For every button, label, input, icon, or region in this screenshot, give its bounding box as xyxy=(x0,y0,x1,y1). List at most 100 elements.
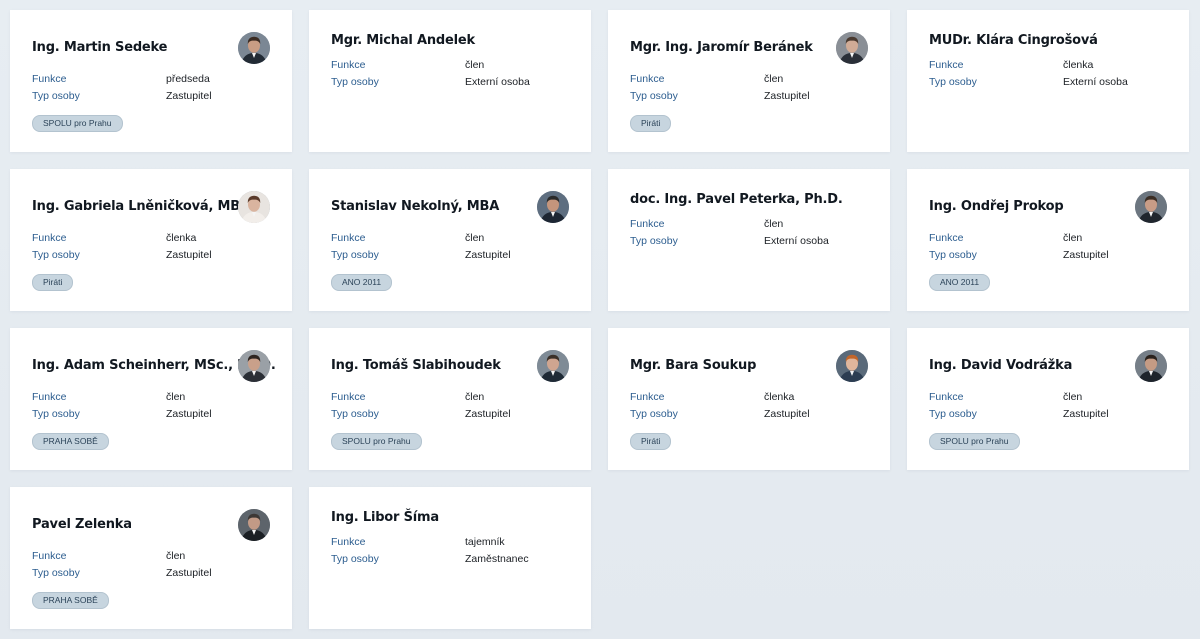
member-card-mgr-ing-jaromir-beranek[interactable]: Mgr. Ing. Jaromír Beránek Funkce člen Typ o… xyxy=(608,10,890,152)
member-card-mgr-michal-andelek[interactable]: Mgr. Michal Andelek Funkce člen Typ osoby Ex… xyxy=(309,10,591,152)
member-card-pavel-zelenka[interactable]: Pavel Zelenka Funkce člen Typ osoby Zastupit… xyxy=(10,487,292,629)
person-type-value: Zastupitel xyxy=(166,408,212,420)
function-label: Funkce xyxy=(929,59,964,71)
member-details: Funkce člen Typ osoby Zastupitel xyxy=(630,71,868,105)
function-row: Funkce člen xyxy=(929,230,1167,247)
member-name[interactable]: Ing. Ondřej Prokop xyxy=(929,199,1064,214)
person-type-row: Typ osoby Zastupitel xyxy=(32,247,270,264)
function-label: Funkce xyxy=(331,391,366,403)
member-name[interactable]: Mgr. Ing. Jaromír Beránek xyxy=(630,40,813,55)
function-row: Funkce členka xyxy=(630,389,868,406)
person-type-label: Typ osoby xyxy=(32,249,80,261)
function-label: Funkce xyxy=(929,391,964,403)
avatar xyxy=(836,350,868,382)
person-type-row: Typ osoby Zastupitel xyxy=(929,247,1167,264)
member-name[interactable]: Pavel Zelenka xyxy=(32,517,132,532)
party-badge: Piráti xyxy=(630,433,672,450)
function-value: člen xyxy=(166,391,186,403)
member-card-ing-libor-sima[interactable]: Ing. Libor Šíma Funkce tajemník Typ osoby Za… xyxy=(309,487,591,629)
member-name[interactable]: Ing. Libor Šíma xyxy=(331,510,439,525)
person-type-row: Typ osoby Zastupitel xyxy=(929,406,1167,423)
member-card-ing-adam-scheinherr-msc-ph-d[interactable]: Ing. Adam Scheinherr, MSc., Ph.D. Funkce č… xyxy=(10,328,292,470)
member-name[interactable]: Ing. David Vodrážka xyxy=(929,358,1072,373)
avatar xyxy=(836,32,868,64)
person-type-row: Typ osoby Externí osoba xyxy=(929,74,1167,91)
function-row: Funkce člen xyxy=(331,57,569,74)
member-name[interactable]: doc. Ing. Pavel Peterka, Ph.D. xyxy=(630,192,843,207)
person-type-value: Zastupitel xyxy=(465,408,511,420)
member-details: Funkce člen Typ osoby Zastupitel xyxy=(32,389,270,423)
function-value: tajemník xyxy=(465,536,505,548)
party-badge: PRAHA SOBĚ xyxy=(32,433,109,450)
person-type-label: Typ osoby xyxy=(630,235,678,247)
person-type-label: Typ osoby xyxy=(929,249,977,261)
person-type-label: Typ osoby xyxy=(32,90,80,102)
member-card-doc-ing-pavel-peterka-ph-d[interactable]: doc. Ing. Pavel Peterka, Ph.D. Funkce člen… xyxy=(608,169,890,311)
person-type-label: Typ osoby xyxy=(32,408,80,420)
person-type-label: Typ osoby xyxy=(331,553,379,565)
member-card-ing-gabriela-lnenickova-mba[interactable]: Ing. Gabriela Lněničková, MBA Funkce členk… xyxy=(10,169,292,311)
member-details: Funkce členka Typ osoby Externí osoba xyxy=(929,57,1167,91)
member-card-ing-david-vodrazka[interactable]: Ing. David Vodrážka Funkce člen Typ osoby Za… xyxy=(907,328,1189,470)
member-card-mudr-klara-cingrosova[interactable]: MUDr. Klára Cingrošová Funkce členka Typ os… xyxy=(907,10,1189,152)
function-label: Funkce xyxy=(32,391,67,403)
member-details: Funkce člen Typ osoby Zastupitel xyxy=(331,389,569,423)
member-name[interactable]: Stanislav Nekolný, MBA xyxy=(331,199,499,214)
function-row: Funkce tajemník xyxy=(331,534,569,551)
party-badge: SPOLU pro Prahu xyxy=(331,433,422,450)
person-type-row: Typ osoby Zastupitel xyxy=(32,565,270,582)
function-label: Funkce xyxy=(630,218,665,230)
member-details: Funkce člen Typ osoby Externí osoba xyxy=(630,216,868,250)
party-badge: Piráti xyxy=(32,274,74,291)
party-badge: SPOLU pro Prahu xyxy=(929,433,1020,450)
person-type-value: Externí osoba xyxy=(465,76,530,88)
function-label: Funkce xyxy=(32,232,67,244)
person-type-label: Typ osoby xyxy=(331,76,379,88)
member-name[interactable]: MUDr. Klára Cingrošová xyxy=(929,33,1098,48)
avatar xyxy=(537,350,569,382)
member-name[interactable]: Ing. Tomáš Slabihoudek xyxy=(331,358,501,373)
function-row: Funkce člen xyxy=(929,389,1167,406)
person-type-row: Typ osoby Externí osoba xyxy=(630,233,868,250)
function-value: člen xyxy=(1063,391,1083,403)
member-card-ing-tomas-slabihoudek[interactable]: Ing. Tomáš Slabihoudek Funkce člen Typ osob… xyxy=(309,328,591,470)
function-label: Funkce xyxy=(32,550,67,562)
member-card-stanislav-nekolny-mba[interactable]: Stanislav Nekolný, MBA Funkce člen Typ osob… xyxy=(309,169,591,311)
member-details: Funkce členka Typ osoby Zastupitel xyxy=(630,389,868,423)
member-name[interactable]: Ing. Gabriela Lněničková, MBA xyxy=(32,199,250,214)
person-type-value: Zastupitel xyxy=(166,249,212,261)
avatar xyxy=(238,350,270,382)
person-type-value: Zastupitel xyxy=(764,90,810,102)
member-name[interactable]: Ing. Martin Sedeke xyxy=(32,40,167,55)
member-details: Funkce člen Typ osoby Zastupitel xyxy=(32,548,270,582)
function-row: Funkce člen xyxy=(331,230,569,247)
function-value: členka xyxy=(166,232,197,244)
person-type-label: Typ osoby xyxy=(32,567,80,579)
member-name[interactable]: Mgr. Michal Andelek xyxy=(331,33,475,48)
person-type-label: Typ osoby xyxy=(929,408,977,420)
person-type-label: Typ osoby xyxy=(929,76,977,88)
member-details: Funkce tajemník Typ osoby Zaměstnanec xyxy=(331,534,569,568)
function-label: Funkce xyxy=(630,73,665,85)
person-type-label: Typ osoby xyxy=(630,90,678,102)
function-row: Funkce člen xyxy=(630,71,868,88)
member-card-ing-ondrej-prokop[interactable]: Ing. Ondřej Prokop Funkce člen Typ osoby Zas… xyxy=(907,169,1189,311)
member-details: Funkce předseda Typ osoby Zastupitel xyxy=(32,71,270,105)
member-name[interactable]: Mgr. Bara Soukup xyxy=(630,358,756,373)
member-details: Funkce člen Typ osoby Externí osoba xyxy=(331,57,569,91)
member-details: Funkce člen Typ osoby Zastupitel xyxy=(929,230,1167,264)
function-value: člen xyxy=(764,73,784,85)
person-type-row: Typ osoby Zastupitel xyxy=(331,247,569,264)
member-card-ing-martin-sedeke[interactable]: Ing. Martin Sedeke Funkce předseda Typ osob… xyxy=(10,10,292,152)
person-type-row: Typ osoby Zastupitel xyxy=(32,406,270,423)
function-row: Funkce členka xyxy=(32,230,270,247)
function-row: Funkce předseda xyxy=(32,71,270,88)
person-type-value: Zastupitel xyxy=(166,90,212,102)
person-type-value: Zastupitel xyxy=(1063,408,1109,420)
person-type-row: Typ osoby Zastupitel xyxy=(32,88,270,105)
person-type-label: Typ osoby xyxy=(331,408,379,420)
person-type-value: Zastupitel xyxy=(764,408,810,420)
member-card-mgr-bara-soukup[interactable]: Mgr. Bara Soukup Funkce členka Typ osoby Zas… xyxy=(608,328,890,470)
person-type-row: Typ osoby Zastupitel xyxy=(630,88,868,105)
avatar xyxy=(1135,350,1167,382)
